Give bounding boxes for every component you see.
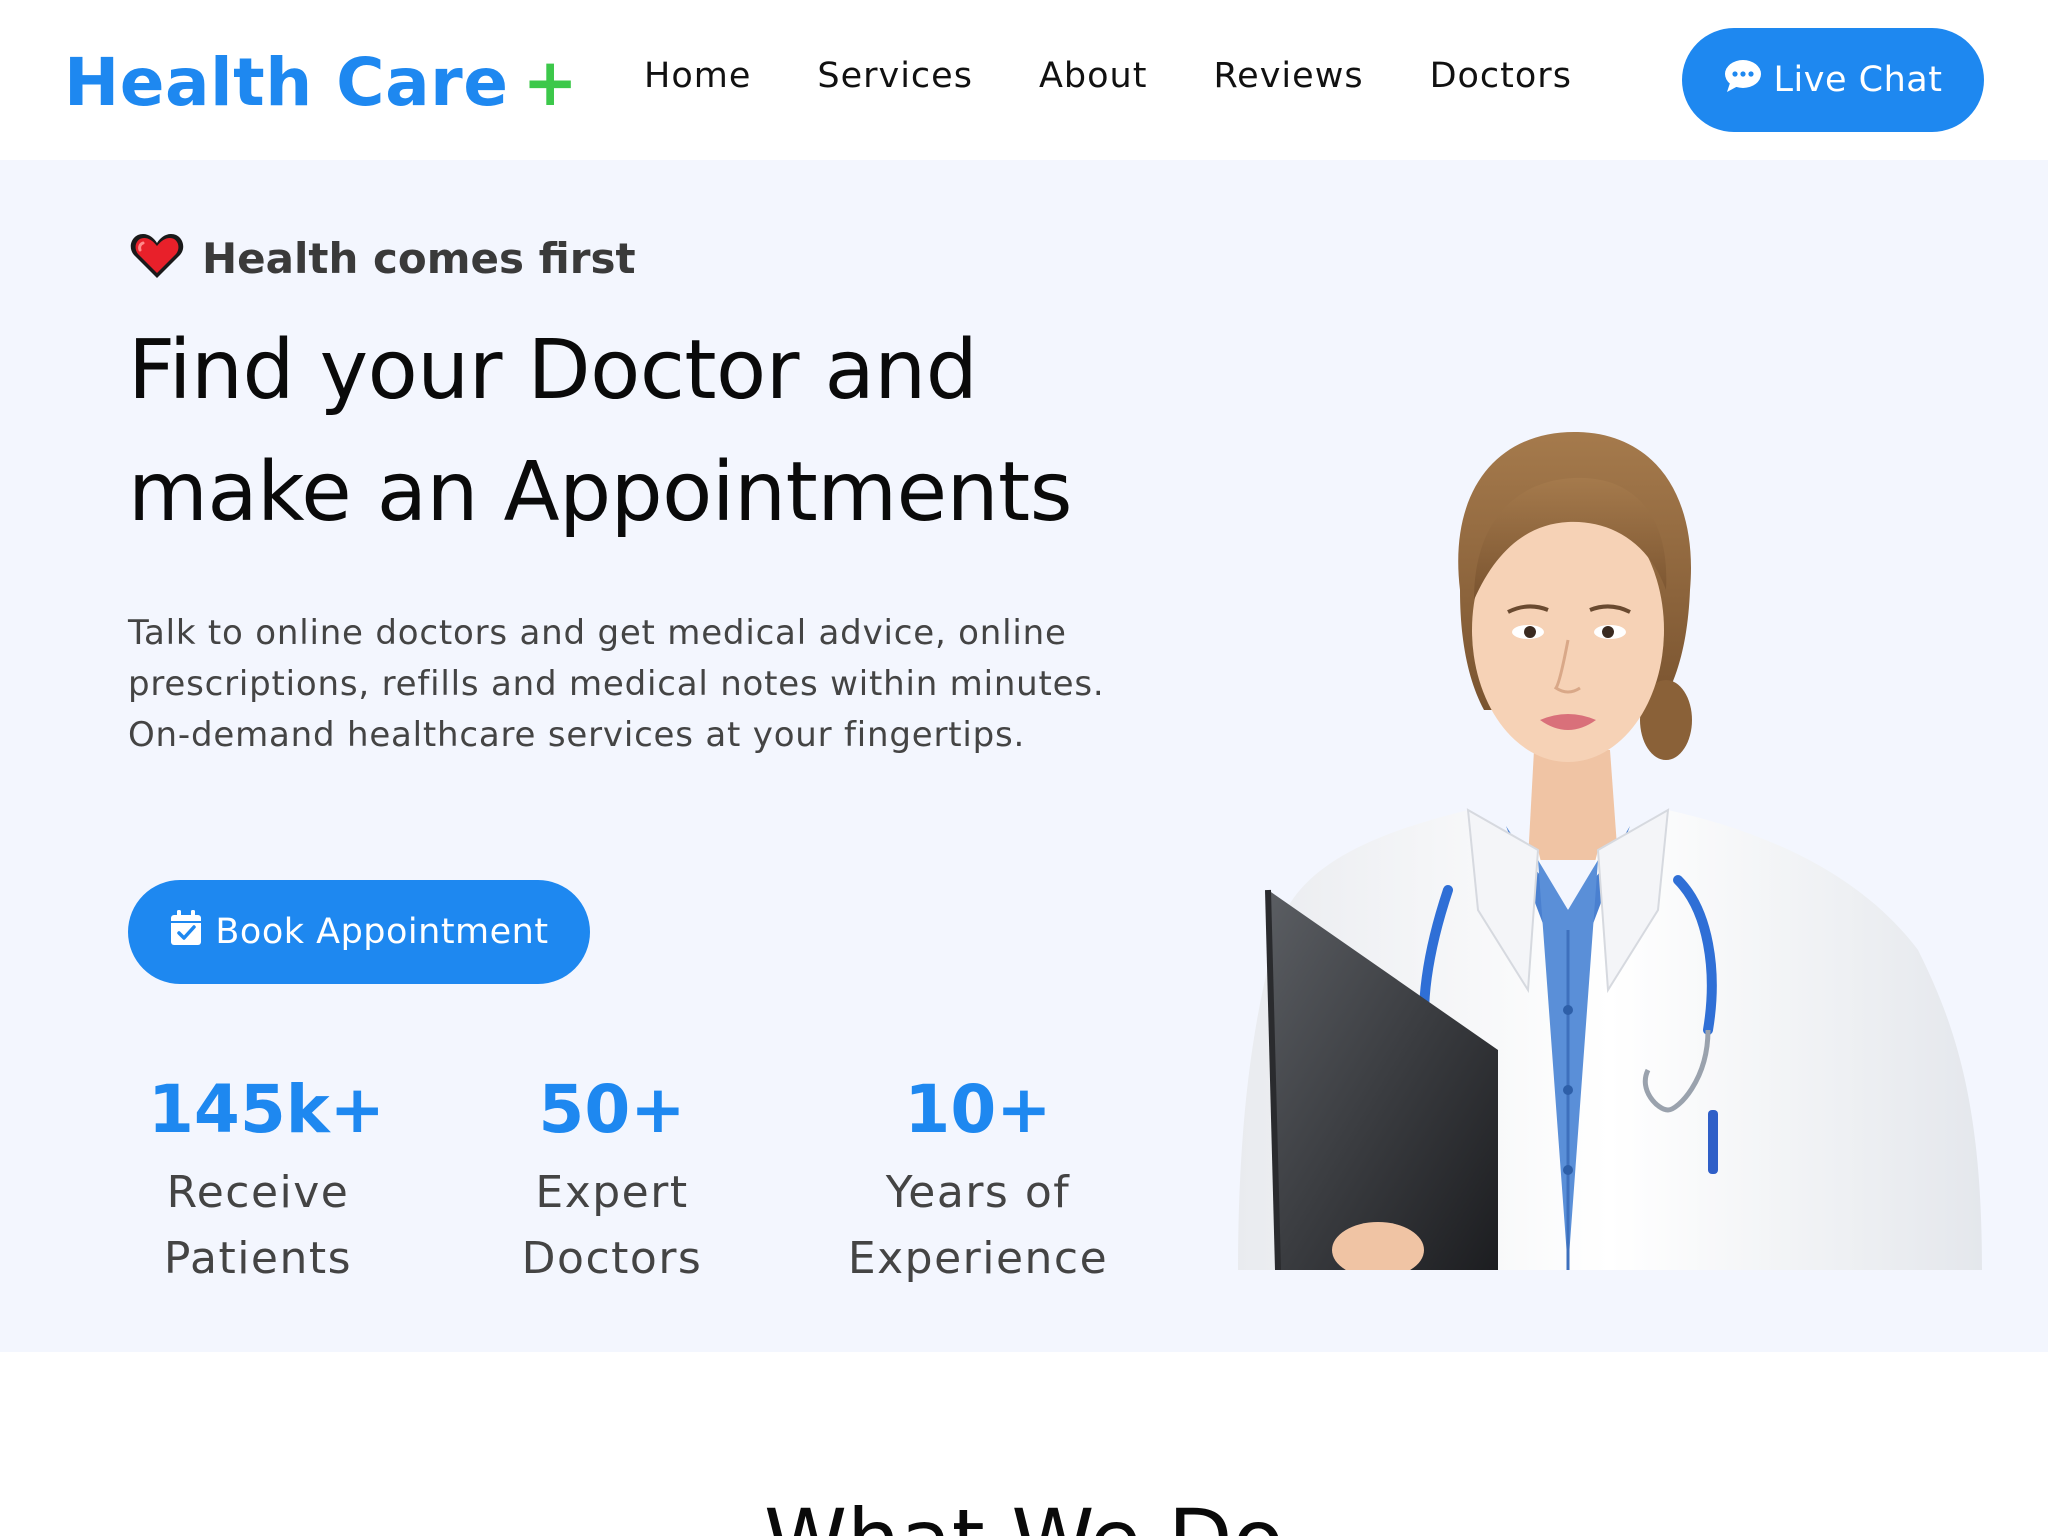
stat-label-line1: Expert: [535, 1167, 689, 1218]
chat-bubble-icon: [1724, 59, 1762, 102]
stat-doctors: 50+ Expert Doctors: [492, 1060, 732, 1292]
tagline: Health comes first: [130, 232, 636, 285]
stat-label-line1: Receive: [166, 1167, 350, 1218]
doctor-photo: [1238, 390, 1982, 1270]
book-appointment-label: Book Appointment: [215, 912, 549, 952]
stat-value: 50+: [538, 1071, 686, 1148]
nav-link-reviews[interactable]: Reviews: [1213, 56, 1363, 96]
live-chat-label: Live Chat: [1773, 60, 1943, 100]
stat-patients: 145k+ Receive Patients: [148, 1060, 385, 1292]
stat-label-line2: Patients: [163, 1233, 353, 1284]
hero-description: Talk to online doctors and get medical a…: [128, 613, 1105, 755]
stat-label-line1: Years of: [885, 1167, 1071, 1218]
brand-name: Health Care: [64, 44, 509, 121]
stat-experience: 10+ Years of Experience: [828, 1060, 1128, 1292]
nav-link-home[interactable]: Home: [644, 56, 751, 96]
main-nav: Home Services About Reviews Doctors: [644, 56, 1638, 96]
stat-label-line2: Experience: [847, 1233, 1109, 1284]
hero-headline: Find your Doctor and make an Appointment…: [128, 310, 1128, 554]
hero-section: Health comes first Find your Doctor and …: [0, 160, 2048, 1352]
stat-label-line2: Doctors: [521, 1233, 703, 1284]
book-appointment-button[interactable]: Book Appointment: [128, 880, 590, 984]
hero-headline-line2: make an Appointments: [128, 445, 1072, 540]
calendar-check-icon: [169, 909, 203, 956]
hero-headline-line1: Find your Doctor and: [128, 323, 978, 418]
nav-link-services[interactable]: Services: [817, 56, 973, 96]
nav-link-doctors[interactable]: Doctors: [1430, 56, 1572, 96]
brand-logo[interactable]: Health Care +: [64, 44, 578, 121]
stat-value: 10+: [904, 1071, 1052, 1148]
brand-plus-icon: +: [522, 44, 579, 121]
navbar: Health Care + Home Services About Reviews…: [0, 0, 2048, 160]
heart-icon: [130, 232, 184, 285]
live-chat-button[interactable]: Live Chat: [1682, 28, 1984, 132]
what-we-do-section: What We Do: [0, 1352, 2048, 1536]
section-title: What We Do: [0, 1490, 2048, 1536]
stat-value: 145k+: [148, 1071, 385, 1148]
nav-link-about[interactable]: About: [1039, 56, 1147, 96]
tagline-text: Health comes first: [202, 234, 636, 283]
stats-row: 145k+ Receive Patients 50+ Expert Doctor…: [128, 1060, 1128, 1320]
